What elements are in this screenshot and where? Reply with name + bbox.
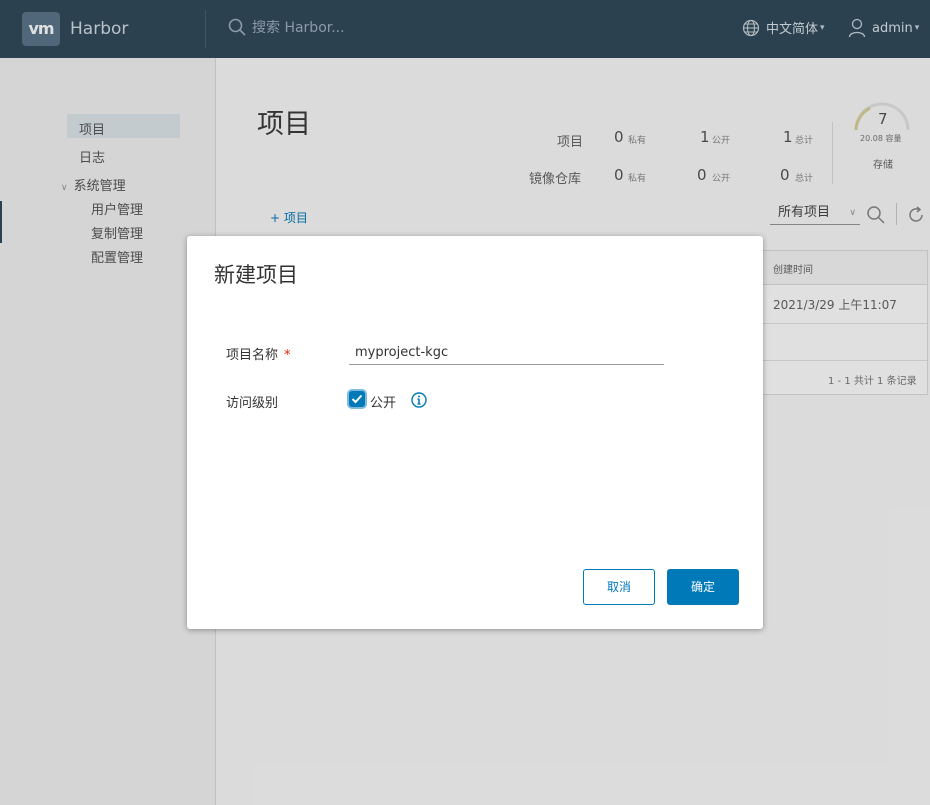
project-name-label-text: 项目名称 [226,348,279,363]
public-checkbox[interactable] [349,391,365,407]
project-name-input[interactable] [349,340,664,365]
required-mark: * [284,348,291,363]
create-project-dialog: 新建项目 项目名称 * 访问级别 公开 取消 确定 [187,236,763,629]
checkmark-icon [351,394,363,404]
project-name-label: 项目名称 * [226,344,291,363]
confirm-button[interactable]: 确定 [667,569,739,605]
public-checkbox-label[interactable]: 公开 [370,392,396,411]
access-level-label: 访问级别 [226,396,279,411]
dialog-title: 新建项目 [214,263,298,287]
cancel-button[interactable]: 取消 [583,569,655,605]
info-icon[interactable] [411,392,427,408]
